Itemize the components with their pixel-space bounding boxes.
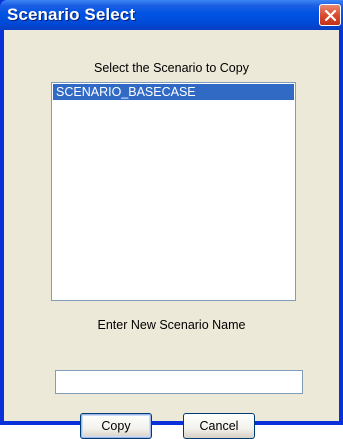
cancel-button[interactable]: Cancel — [183, 413, 255, 439]
dialog-body: Select the Scenario to Copy SCENARIO_BAS… — [4, 30, 339, 439]
close-icon — [324, 9, 337, 22]
scenario-listbox[interactable]: SCENARIO_BASECASE — [51, 82, 296, 301]
scenario-list-label: Select the Scenario to Copy — [94, 61, 249, 75]
scenario-select-window: Scenario Select Select the Scenario to C… — [0, 0, 343, 439]
window-title: Scenario Select — [7, 5, 136, 24]
copy-button[interactable]: Copy — [80, 413, 152, 439]
list-item-scenario-basecase[interactable]: SCENARIO_BASECASE — [53, 84, 294, 100]
new-name-label: Enter New Scenario Name — [97, 318, 246, 332]
title-bar[interactable]: Scenario Select — [0, 0, 343, 30]
close-button[interactable] — [319, 4, 341, 26]
new-scenario-name-input[interactable] — [55, 370, 303, 394]
